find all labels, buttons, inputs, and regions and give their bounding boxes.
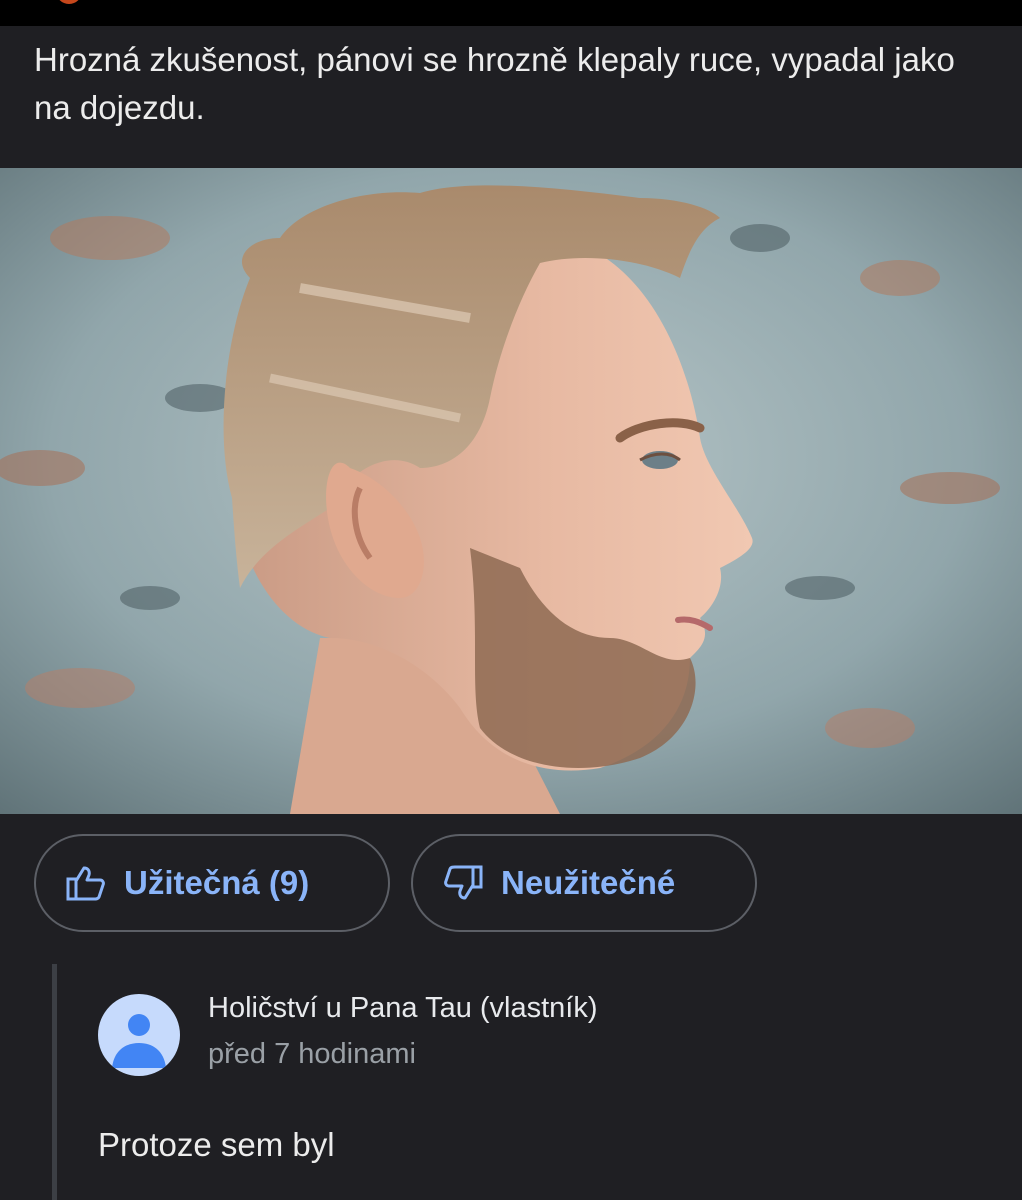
owner-reply-time: před 7 hodinami xyxy=(208,1038,416,1070)
review-text: Hrozná zkušenost, pánovi se hrozně klepa… xyxy=(34,41,955,126)
reply-divider xyxy=(52,964,57,1200)
owner-reply-author[interactable]: Holičství u Pana Tau (vlastník) xyxy=(208,992,598,1025)
unhelpful-button[interactable]: Neužitečné xyxy=(411,834,757,932)
owner-reply-text: Protoze sem byl xyxy=(98,1126,335,1163)
helpful-label: Užitečná (9) xyxy=(124,864,310,901)
helpful-button[interactable]: Užitečná (9) xyxy=(34,834,390,932)
review-photo[interactable] xyxy=(0,168,1022,814)
thumbs-up-icon xyxy=(66,865,106,901)
unhelpful-label: Neužitečné xyxy=(501,864,676,901)
status-bar xyxy=(0,0,1022,26)
default-profile-icon[interactable] xyxy=(98,994,180,1076)
thumbs-down-icon xyxy=(443,865,483,901)
app-indicator-icon xyxy=(56,0,82,4)
